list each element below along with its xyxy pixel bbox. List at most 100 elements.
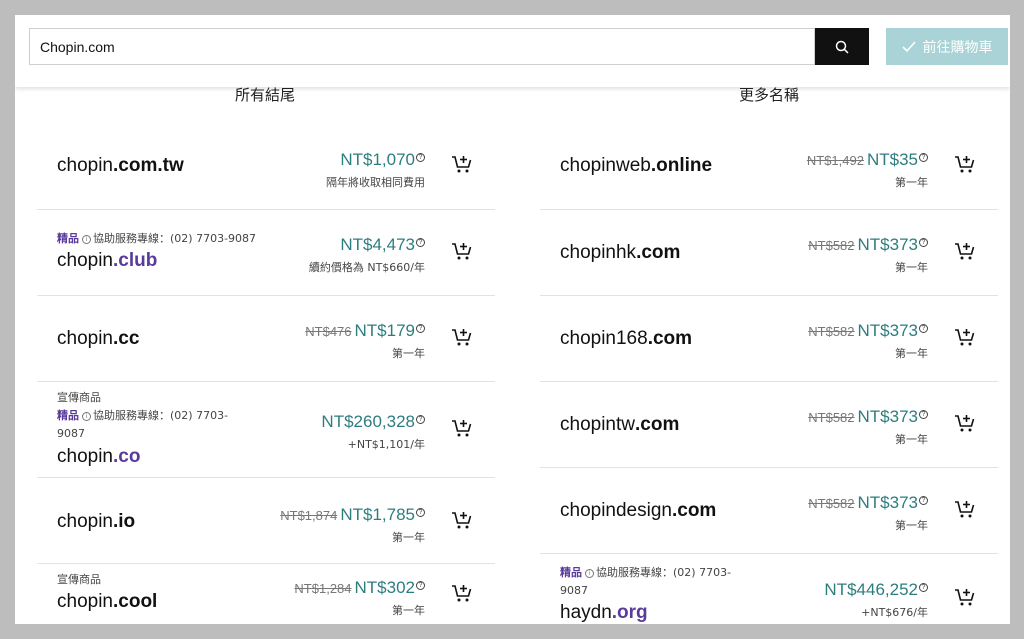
question-icon: ?	[919, 153, 928, 162]
question-icon: ?	[919, 324, 928, 333]
list-item[interactable]: chopinhk.com NT$582 NT$373? 第一年	[540, 210, 998, 296]
question-icon: ?	[416, 324, 425, 333]
add-to-cart-icon[interactable]	[954, 153, 976, 175]
question-icon: ?	[416, 508, 425, 517]
price-note: 隔年將收取相同費用	[326, 176, 425, 189]
premium-badge: 精品	[57, 409, 79, 422]
go-to-cart-label: 前往購物車	[922, 39, 993, 56]
domain-name: haydn.org	[560, 602, 648, 623]
list-item[interactable]: 精品 i 協助服務專線：(02) 7703- 9087 haydn.org NT$4…	[540, 554, 998, 624]
search-bar: 前往購物車	[15, 15, 1010, 87]
list-item[interactable]: chopin168.com NT$582 NT$373? 第一年	[540, 296, 998, 382]
original-price: NT$582	[808, 238, 855, 253]
search-icon	[835, 40, 849, 54]
price-note: 第一年	[392, 604, 425, 617]
go-to-cart-button[interactable]: 前往購物車	[886, 28, 1008, 65]
domain-name: chopinhk.com	[560, 242, 681, 263]
promo-label: 宣傳商品	[57, 573, 101, 586]
domain-name: chopin.co	[57, 446, 141, 467]
question-icon: ?	[919, 496, 928, 505]
add-to-cart-icon[interactable]	[451, 326, 473, 348]
original-price: NT$582	[808, 496, 855, 511]
left-results-list: chopin.com.tw NT$1,070? 隔年將收取相同費用 精品 i 協助服…	[37, 125, 495, 624]
question-icon: ?	[416, 153, 425, 162]
list-item[interactable]: chopintw.com NT$582 NT$373? 第一年	[540, 382, 998, 468]
domain-name: chopin168.com	[560, 328, 693, 349]
add-to-cart-icon[interactable]	[954, 412, 976, 434]
add-to-cart-icon[interactable]	[451, 240, 473, 262]
more-names-title: 更多名稱	[738, 86, 799, 104]
price: NT$35	[866, 150, 918, 169]
price-note: +NT$676/年	[861, 606, 928, 619]
list-item[interactable]: chopin.com.tw NT$1,070? 隔年將收取相同費用	[37, 125, 495, 210]
domain-meta-continued: 9087	[560, 584, 588, 597]
price: NT$260,328	[321, 412, 415, 431]
price: NT$1,070	[340, 150, 415, 169]
list-item[interactable]: 宣傳商品 chopin.cool NT$1,284 NT$302? 第一年	[37, 564, 495, 624]
search-button[interactable]	[815, 28, 869, 65]
question-icon: ?	[416, 415, 425, 424]
premium-badge: 精品	[57, 232, 79, 245]
check-icon	[901, 40, 916, 52]
question-icon: ?	[416, 238, 425, 247]
price-note: 第一年	[392, 347, 425, 360]
question-icon: ?	[919, 238, 928, 247]
domain-name: chopin.club	[57, 250, 158, 271]
domain-meta: 精品 i 協助服務專線：(02) 7703-9087	[57, 232, 257, 245]
add-to-cart-icon[interactable]	[954, 240, 976, 262]
original-price: NT$1,874	[280, 508, 338, 523]
all-extensions-title: 所有結尾	[234, 86, 295, 104]
add-to-cart-icon[interactable]	[451, 417, 473, 439]
price: NT$4,473	[340, 235, 415, 254]
domain-name: chopin.cool	[57, 591, 158, 612]
info-icon: i	[82, 412, 91, 421]
list-item[interactable]: 精品 i 協助服務專線：(02) 7703-9087 chopin.club NT$…	[37, 210, 495, 296]
info-icon: i	[585, 569, 594, 578]
add-to-cart-icon[interactable]	[954, 498, 976, 520]
domain-name: chopintw.com	[560, 414, 680, 435]
question-icon: ?	[919, 410, 928, 419]
price-note: 第一年	[895, 519, 928, 532]
price: NT$373	[857, 493, 918, 512]
price-note: 第一年	[392, 531, 425, 544]
price: NT$373	[857, 235, 918, 254]
search-input[interactable]	[29, 28, 815, 65]
domain-meta-continued: 9087	[57, 427, 85, 440]
promo-label: 宣傳商品	[57, 391, 101, 404]
original-price: NT$1,284	[294, 581, 352, 596]
price: NT$302	[354, 578, 415, 597]
add-to-cart-icon[interactable]	[451, 509, 473, 531]
price-note: +NT$1,101/年	[347, 438, 425, 451]
price: NT$373	[857, 321, 918, 340]
domain-name: chopin.io	[57, 511, 136, 532]
add-to-cart-icon[interactable]	[954, 326, 976, 348]
list-item[interactable]: chopindesign.com NT$582 NT$373? 第一年	[540, 468, 998, 554]
original-price: NT$582	[808, 324, 855, 339]
price: NT$179	[354, 321, 415, 340]
original-price: NT$1,492	[806, 153, 864, 168]
price-note: 第一年	[895, 347, 928, 360]
add-to-cart-icon[interactable]	[451, 582, 473, 604]
domain-name: chopindesign.com	[560, 500, 717, 521]
domain-meta: 精品 i 協助服務專線：(02) 7703-	[560, 566, 732, 579]
price-note: 第一年	[895, 176, 928, 189]
question-icon: ?	[919, 583, 928, 592]
domain-name: chopinweb.online	[560, 155, 713, 176]
list-item[interactable]: chopin.io NT$1,874 NT$1,785? 第一年	[37, 478, 495, 564]
price-note: 第一年	[895, 433, 928, 446]
add-to-cart-icon[interactable]	[954, 586, 976, 608]
price-note: 第一年	[895, 261, 928, 274]
price: NT$1,785	[340, 505, 415, 524]
add-to-cart-icon[interactable]	[451, 153, 473, 175]
info-icon: i	[82, 235, 91, 244]
price: NT$446,252	[824, 580, 918, 599]
price-note: 續約價格為 NT$660/年	[308, 261, 425, 274]
original-price: NT$582	[808, 410, 855, 425]
right-results-list: chopinweb.online NT$1,492 NT$35? 第一年 chop…	[540, 125, 998, 624]
question-icon: ?	[416, 581, 425, 590]
list-item[interactable]: 宣傳商品 精品 i 協助服務專線：(02) 7703- 9087 chopin.co…	[37, 382, 495, 478]
list-item[interactable]: chopinweb.online NT$1,492 NT$35? 第一年	[540, 125, 998, 210]
domain-name: chopin.com.tw	[57, 155, 184, 176]
domain-meta: 精品 i 協助服務專線：(02) 7703-	[57, 409, 229, 422]
list-item[interactable]: chopin.cc NT$476 NT$179? 第一年	[37, 296, 495, 382]
